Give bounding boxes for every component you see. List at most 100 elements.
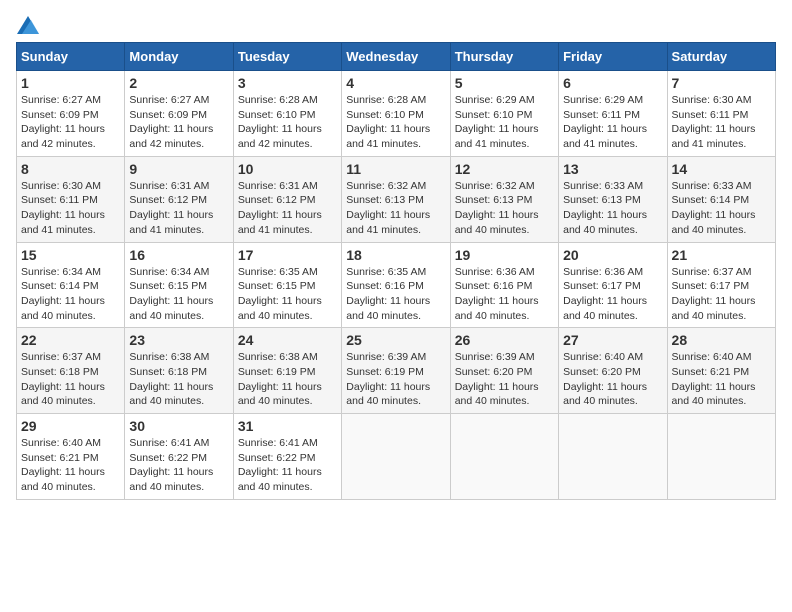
calendar-table: SundayMondayTuesdayWednesdayThursdayFrid… xyxy=(16,42,776,500)
day-number: 7 xyxy=(672,75,771,91)
calendar-cell xyxy=(450,414,558,500)
day-number: 14 xyxy=(672,161,771,177)
calendar-week-5: 29 Sunrise: 6:40 AM Sunset: 6:21 PM Dayl… xyxy=(17,414,776,500)
day-info: Sunrise: 6:38 AM Sunset: 6:18 PM Dayligh… xyxy=(129,350,228,409)
day-number: 30 xyxy=(129,418,228,434)
day-info: Sunrise: 6:37 AM Sunset: 6:18 PM Dayligh… xyxy=(21,350,120,409)
calendar-cell: 10 Sunrise: 6:31 AM Sunset: 6:12 PM Dayl… xyxy=(233,156,341,242)
day-info: Sunrise: 6:33 AM Sunset: 6:13 PM Dayligh… xyxy=(563,179,662,238)
calendar-cell: 14 Sunrise: 6:33 AM Sunset: 6:14 PM Dayl… xyxy=(667,156,775,242)
day-header-sunday: Sunday xyxy=(17,43,125,71)
day-info: Sunrise: 6:35 AM Sunset: 6:15 PM Dayligh… xyxy=(238,265,337,324)
calendar-cell: 8 Sunrise: 6:30 AM Sunset: 6:11 PM Dayli… xyxy=(17,156,125,242)
day-info: Sunrise: 6:39 AM Sunset: 6:20 PM Dayligh… xyxy=(455,350,554,409)
calendar-cell: 20 Sunrise: 6:36 AM Sunset: 6:17 PM Dayl… xyxy=(559,242,667,328)
day-number: 31 xyxy=(238,418,337,434)
day-number: 18 xyxy=(346,247,445,263)
day-info: Sunrise: 6:32 AM Sunset: 6:13 PM Dayligh… xyxy=(346,179,445,238)
calendar-cell: 5 Sunrise: 6:29 AM Sunset: 6:10 PM Dayli… xyxy=(450,71,558,157)
day-number: 28 xyxy=(672,332,771,348)
calendar-cell: 11 Sunrise: 6:32 AM Sunset: 6:13 PM Dayl… xyxy=(342,156,450,242)
calendar-header-row: SundayMondayTuesdayWednesdayThursdayFrid… xyxy=(17,43,776,71)
day-number: 24 xyxy=(238,332,337,348)
day-number: 19 xyxy=(455,247,554,263)
calendar-cell: 30 Sunrise: 6:41 AM Sunset: 6:22 PM Dayl… xyxy=(125,414,233,500)
day-info: Sunrise: 6:30 AM Sunset: 6:11 PM Dayligh… xyxy=(21,179,120,238)
calendar-cell: 2 Sunrise: 6:27 AM Sunset: 6:09 PM Dayli… xyxy=(125,71,233,157)
day-number: 16 xyxy=(129,247,228,263)
logo xyxy=(16,16,40,34)
calendar-week-4: 22 Sunrise: 6:37 AM Sunset: 6:18 PM Dayl… xyxy=(17,328,776,414)
day-info: Sunrise: 6:40 AM Sunset: 6:21 PM Dayligh… xyxy=(672,350,771,409)
day-info: Sunrise: 6:30 AM Sunset: 6:11 PM Dayligh… xyxy=(672,93,771,152)
day-info: Sunrise: 6:31 AM Sunset: 6:12 PM Dayligh… xyxy=(129,179,228,238)
calendar-cell: 25 Sunrise: 6:39 AM Sunset: 6:19 PM Dayl… xyxy=(342,328,450,414)
day-info: Sunrise: 6:35 AM Sunset: 6:16 PM Dayligh… xyxy=(346,265,445,324)
day-info: Sunrise: 6:29 AM Sunset: 6:11 PM Dayligh… xyxy=(563,93,662,152)
day-info: Sunrise: 6:28 AM Sunset: 6:10 PM Dayligh… xyxy=(346,93,445,152)
day-header-friday: Friday xyxy=(559,43,667,71)
day-number: 17 xyxy=(238,247,337,263)
day-header-monday: Monday xyxy=(125,43,233,71)
day-number: 20 xyxy=(563,247,662,263)
day-info: Sunrise: 6:32 AM Sunset: 6:13 PM Dayligh… xyxy=(455,179,554,238)
logo-icon xyxy=(17,16,39,34)
calendar-cell: 13 Sunrise: 6:33 AM Sunset: 6:13 PM Dayl… xyxy=(559,156,667,242)
day-info: Sunrise: 6:27 AM Sunset: 6:09 PM Dayligh… xyxy=(21,93,120,152)
calendar-cell: 16 Sunrise: 6:34 AM Sunset: 6:15 PM Dayl… xyxy=(125,242,233,328)
day-info: Sunrise: 6:34 AM Sunset: 6:15 PM Dayligh… xyxy=(129,265,228,324)
day-number: 27 xyxy=(563,332,662,348)
day-info: Sunrise: 6:40 AM Sunset: 6:21 PM Dayligh… xyxy=(21,436,120,495)
day-info: Sunrise: 6:31 AM Sunset: 6:12 PM Dayligh… xyxy=(238,179,337,238)
day-number: 2 xyxy=(129,75,228,91)
day-info: Sunrise: 6:41 AM Sunset: 6:22 PM Dayligh… xyxy=(129,436,228,495)
day-number: 11 xyxy=(346,161,445,177)
day-number: 15 xyxy=(21,247,120,263)
day-info: Sunrise: 6:37 AM Sunset: 6:17 PM Dayligh… xyxy=(672,265,771,324)
calendar-cell: 15 Sunrise: 6:34 AM Sunset: 6:14 PM Dayl… xyxy=(17,242,125,328)
calendar-cell: 12 Sunrise: 6:32 AM Sunset: 6:13 PM Dayl… xyxy=(450,156,558,242)
calendar-cell: 1 Sunrise: 6:27 AM Sunset: 6:09 PM Dayli… xyxy=(17,71,125,157)
day-header-wednesday: Wednesday xyxy=(342,43,450,71)
calendar-cell: 29 Sunrise: 6:40 AM Sunset: 6:21 PM Dayl… xyxy=(17,414,125,500)
day-number: 13 xyxy=(563,161,662,177)
calendar-cell: 24 Sunrise: 6:38 AM Sunset: 6:19 PM Dayl… xyxy=(233,328,341,414)
day-info: Sunrise: 6:36 AM Sunset: 6:17 PM Dayligh… xyxy=(563,265,662,324)
day-info: Sunrise: 6:36 AM Sunset: 6:16 PM Dayligh… xyxy=(455,265,554,324)
day-info: Sunrise: 6:27 AM Sunset: 6:09 PM Dayligh… xyxy=(129,93,228,152)
day-info: Sunrise: 6:40 AM Sunset: 6:20 PM Dayligh… xyxy=(563,350,662,409)
day-info: Sunrise: 6:33 AM Sunset: 6:14 PM Dayligh… xyxy=(672,179,771,238)
calendar-cell: 19 Sunrise: 6:36 AM Sunset: 6:16 PM Dayl… xyxy=(450,242,558,328)
day-number: 10 xyxy=(238,161,337,177)
day-number: 21 xyxy=(672,247,771,263)
calendar-cell: 6 Sunrise: 6:29 AM Sunset: 6:11 PM Dayli… xyxy=(559,71,667,157)
day-number: 1 xyxy=(21,75,120,91)
day-header-thursday: Thursday xyxy=(450,43,558,71)
calendar-cell: 28 Sunrise: 6:40 AM Sunset: 6:21 PM Dayl… xyxy=(667,328,775,414)
calendar-cell: 17 Sunrise: 6:35 AM Sunset: 6:15 PM Dayl… xyxy=(233,242,341,328)
day-number: 29 xyxy=(21,418,120,434)
calendar-cell: 31 Sunrise: 6:41 AM Sunset: 6:22 PM Dayl… xyxy=(233,414,341,500)
calendar-body: 1 Sunrise: 6:27 AM Sunset: 6:09 PM Dayli… xyxy=(17,71,776,500)
day-number: 26 xyxy=(455,332,554,348)
day-number: 8 xyxy=(21,161,120,177)
calendar-cell: 27 Sunrise: 6:40 AM Sunset: 6:20 PM Dayl… xyxy=(559,328,667,414)
day-header-tuesday: Tuesday xyxy=(233,43,341,71)
calendar-cell: 23 Sunrise: 6:38 AM Sunset: 6:18 PM Dayl… xyxy=(125,328,233,414)
day-info: Sunrise: 6:29 AM Sunset: 6:10 PM Dayligh… xyxy=(455,93,554,152)
calendar-cell xyxy=(342,414,450,500)
calendar-week-2: 8 Sunrise: 6:30 AM Sunset: 6:11 PM Dayli… xyxy=(17,156,776,242)
day-number: 5 xyxy=(455,75,554,91)
calendar-cell: 26 Sunrise: 6:39 AM Sunset: 6:20 PM Dayl… xyxy=(450,328,558,414)
day-info: Sunrise: 6:38 AM Sunset: 6:19 PM Dayligh… xyxy=(238,350,337,409)
calendar-week-3: 15 Sunrise: 6:34 AM Sunset: 6:14 PM Dayl… xyxy=(17,242,776,328)
day-info: Sunrise: 6:28 AM Sunset: 6:10 PM Dayligh… xyxy=(238,93,337,152)
calendar-cell: 22 Sunrise: 6:37 AM Sunset: 6:18 PM Dayl… xyxy=(17,328,125,414)
calendar-cell: 18 Sunrise: 6:35 AM Sunset: 6:16 PM Dayl… xyxy=(342,242,450,328)
day-number: 4 xyxy=(346,75,445,91)
calendar-cell: 9 Sunrise: 6:31 AM Sunset: 6:12 PM Dayli… xyxy=(125,156,233,242)
day-header-saturday: Saturday xyxy=(667,43,775,71)
page-header xyxy=(16,16,776,34)
calendar-cell xyxy=(559,414,667,500)
day-number: 23 xyxy=(129,332,228,348)
